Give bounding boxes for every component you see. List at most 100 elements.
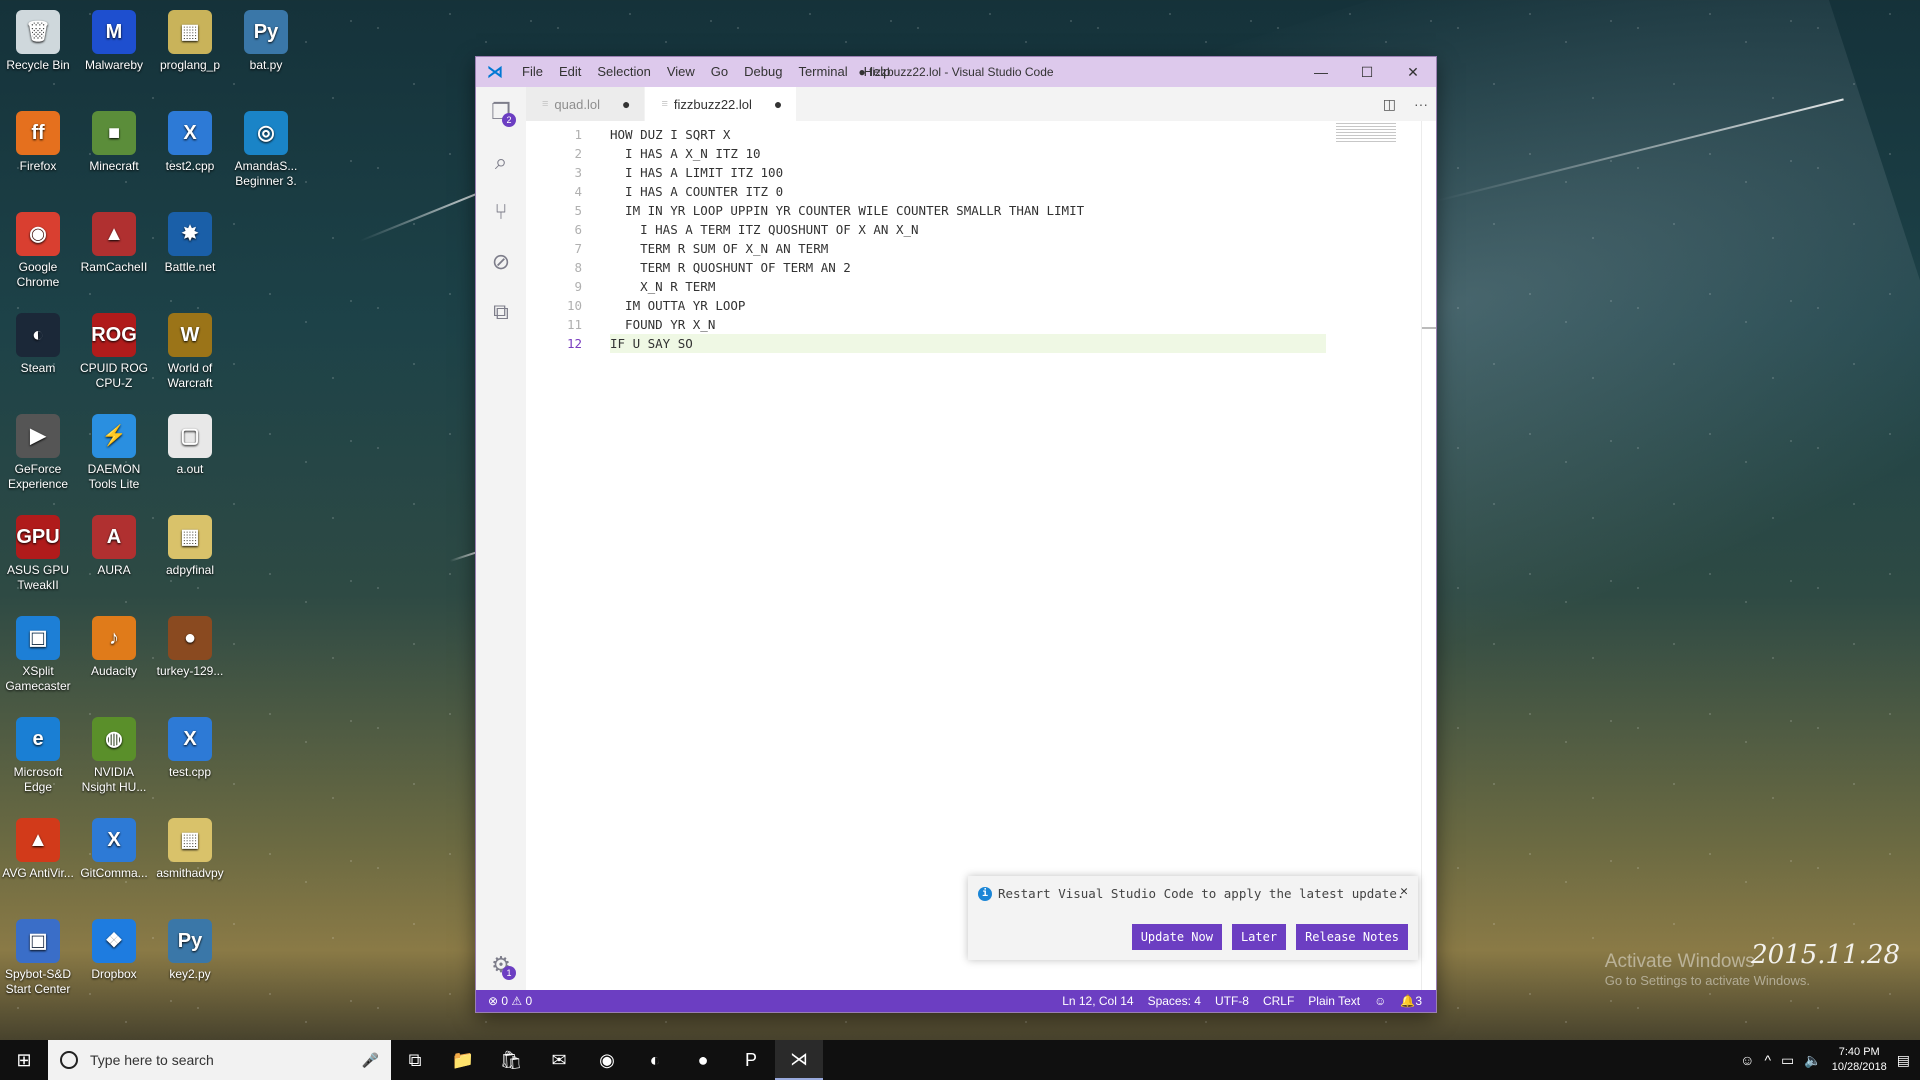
code-editor[interactable]: 1 2 3 4 5 6 7 8 9 10 11 12 HOW DUZ I SQRT X I HAS A…: [526, 121, 1436, 990]
action-center-icon[interactable]: ▤: [1897, 1052, 1910, 1069]
desktop-icon[interactable]: GPU ASUS GPU TweakII: [0, 509, 76, 593]
desktop-icon[interactable]: ⚡ DAEMON Tools Lite: [76, 408, 152, 492]
desktop-icon[interactable]: ▣ Spybot-S&D Start Center: [0, 913, 76, 997]
unsaved-dot-icon[interactable]: ●: [774, 96, 782, 112]
desktop-icon[interactable]: ▲ AVG AntiVir...: [0, 812, 76, 881]
minimize-button[interactable]: —: [1298, 57, 1344, 87]
status-item[interactable]: Spaces: 4: [1148, 994, 1201, 1008]
menu-item[interactable]: Selection: [589, 57, 658, 87]
desktop-icon[interactable]: ▲ RamCacheII: [76, 206, 152, 275]
taskbar-search-box[interactable]: Type here to search 🎤: [48, 1040, 391, 1080]
mail-icon[interactable]: ✉: [535, 1040, 583, 1080]
status-item[interactable]: Ln 12, Col 14: [1062, 994, 1133, 1008]
notification-close-icon[interactable]: ✕: [1400, 884, 1408, 899]
code-line[interactable]: IM OUTTA YR LOOP: [610, 296, 1326, 315]
desktop-icon[interactable]: ▶ GeForce Experience: [0, 408, 76, 492]
code-line[interactable]: HOW DUZ I SQRT X: [610, 125, 1326, 144]
close-button[interactable]: ✕: [1390, 57, 1436, 87]
network-icon[interactable]: ▭: [1781, 1052, 1794, 1069]
desktop-icon[interactable]: Py key2.py: [152, 913, 228, 982]
desktop-icon[interactable]: Xtest.cpp: [152, 711, 228, 780]
explorer-icon[interactable]: ❐ 2: [476, 87, 526, 137]
desktop-icon[interactable]: ● turkey-129...: [152, 610, 228, 679]
status-item[interactable]: ☺: [1374, 994, 1386, 1008]
code-line[interactable]: I HAS A X_N ITZ 10: [610, 144, 1326, 163]
code-line[interactable]: TERM R SUM OF X_N AN TERM: [610, 239, 1326, 258]
minimap[interactable]: [1336, 123, 1396, 143]
windows-start-icon[interactable]: ⊞: [0, 1040, 48, 1080]
menu-item[interactable]: Debug: [736, 57, 790, 87]
status-item[interactable]: 🔔3: [1400, 994, 1422, 1008]
chevron-up-icon[interactable]: ^: [1764, 1052, 1771, 1068]
desktop-icon[interactable]: ▦ asmithadvpy: [152, 812, 228, 881]
source-control-icon[interactable]: ⑂: [476, 187, 526, 237]
desktop-icon[interactable]: e Microsoft Edge: [0, 711, 76, 795]
desktop-icon[interactable]: ■ Minecraft: [76, 105, 152, 174]
desktop-icon[interactable]: ff Firefox: [0, 105, 76, 174]
desktop-icon[interactable]: ◍ NVIDIA Nsight HU...: [76, 711, 152, 795]
status-item[interactable]: CRLF: [1263, 994, 1294, 1008]
microphone-icon[interactable]: 🎤: [362, 1052, 379, 1069]
desktop-icon[interactable]: Xtest2.cpp: [152, 105, 228, 174]
steam-icon[interactable]: ◐: [631, 1040, 679, 1080]
desktop-icon[interactable]: ROG CPUID ROG CPU-Z: [76, 307, 152, 391]
desktop-icon[interactable]: ❖ Dropbox: [76, 913, 152, 982]
desktop-icon[interactable]: ✸ Battle.net: [152, 206, 228, 275]
desktop-icon[interactable]: W World of Warcraft: [152, 307, 228, 391]
desktop-icon[interactable]: ◎ AmandaS... Beginner 3.: [228, 105, 304, 189]
clock[interactable]: 7:40 PM 10/28/2018: [1832, 1045, 1887, 1075]
app-icon[interactable]: ●: [679, 1040, 727, 1080]
release-notes-button[interactable]: Release Notes: [1296, 924, 1408, 950]
unsaved-dot-icon[interactable]: ●: [622, 96, 630, 112]
title-bar[interactable]: ⋊ File Edit Selection View Go Debug Terminal He…: [476, 57, 1436, 87]
store-icon[interactable]: 🛍: [487, 1040, 535, 1080]
split-editor-icon[interactable]: ◫: [1383, 96, 1396, 113]
desktop-icon[interactable]: ♪ Audacity: [76, 610, 152, 679]
menu-item[interactable]: Edit: [551, 57, 589, 87]
menu-item[interactable]: View: [659, 57, 703, 87]
powerpoint-icon[interactable]: P: [727, 1040, 775, 1080]
desktop-icon[interactable]: ▣ XSplit Gamecaster: [0, 610, 76, 694]
code-line[interactable]: X_N R TERM: [610, 277, 1326, 296]
problems-status[interactable]: ⊗ 0 ⚠ 0: [476, 994, 532, 1008]
vscode-taskbar-icon[interactable]: ⋊: [775, 1040, 823, 1080]
desktop-icon[interactable]: ▢ a.out: [152, 408, 228, 477]
desktop-icon[interactable]: ◉ Google Chrome: [0, 206, 76, 290]
task-view-icon[interactable]: ⧉: [391, 1040, 439, 1080]
status-item[interactable]: UTF-8: [1215, 994, 1249, 1008]
editor-tab[interactable]: ≡ fizzbuzz22.lol ●: [645, 87, 798, 121]
desktop-icon[interactable]: A AURA: [76, 509, 152, 578]
code-line[interactable]: IM IN YR LOOP UPPIN YR COUNTER WILE COUN…: [610, 201, 1326, 220]
menu-item[interactable]: Terminal: [790, 57, 855, 87]
extensions-icon[interactable]: ⧉: [476, 287, 526, 337]
people-icon[interactable]: ☺: [1740, 1052, 1754, 1068]
editor-tab[interactable]: ≡ quad.lol ●: [526, 87, 646, 121]
debug-icon[interactable]: ⊘: [476, 237, 526, 287]
chrome-icon[interactable]: ◉: [583, 1040, 631, 1080]
code-line[interactable]: FOUND YR X_N: [610, 315, 1326, 334]
vertical-scrollbar[interactable]: [1421, 121, 1436, 990]
desktop-icon[interactable]: ▦ adpyfinal: [152, 509, 228, 578]
status-item[interactable]: Plain Text: [1308, 994, 1360, 1008]
desktop-icon[interactable]: 🗑 Recycle Bin: [0, 4, 76, 73]
code-line[interactable]: IF U SAY SO: [610, 334, 1326, 353]
maximize-button[interactable]: ☐: [1344, 57, 1390, 87]
code-line[interactable]: TERM R QUOSHUNT OF TERM AN 2: [610, 258, 1326, 277]
code-line[interactable]: I HAS A LIMIT ITZ 100: [610, 163, 1326, 182]
code-line[interactable]: I HAS A TERM ITZ QUOSHUNT OF X AN X_N: [610, 220, 1326, 239]
code-line[interactable]: I HAS A COUNTER ITZ 0: [610, 182, 1326, 201]
menu-item[interactable]: File: [514, 57, 551, 87]
desktop-icon[interactable]: M Malwareby: [76, 4, 152, 73]
menu-item[interactable]: Go: [703, 57, 736, 87]
volume-icon[interactable]: 🔈: [1804, 1052, 1821, 1069]
later-button[interactable]: Later: [1231, 924, 1287, 950]
desktop-icon[interactable]: ▦ proglang_p: [152, 4, 228, 73]
file-explorer-icon[interactable]: 📁: [439, 1040, 487, 1080]
menu-item[interactable]: Help: [856, 57, 899, 87]
update-now-button[interactable]: Update Now: [1131, 924, 1222, 950]
settings-gear-icon[interactable]: ⚙ 1: [476, 940, 526, 990]
search-icon[interactable]: ⌕: [476, 137, 526, 187]
more-actions-icon[interactable]: ···: [1414, 96, 1428, 112]
code-content[interactable]: HOW DUZ I SQRT X I HAS A X_N ITZ 10 I HA…: [610, 125, 1326, 353]
desktop-icon[interactable]: ◐ Steam: [0, 307, 76, 376]
